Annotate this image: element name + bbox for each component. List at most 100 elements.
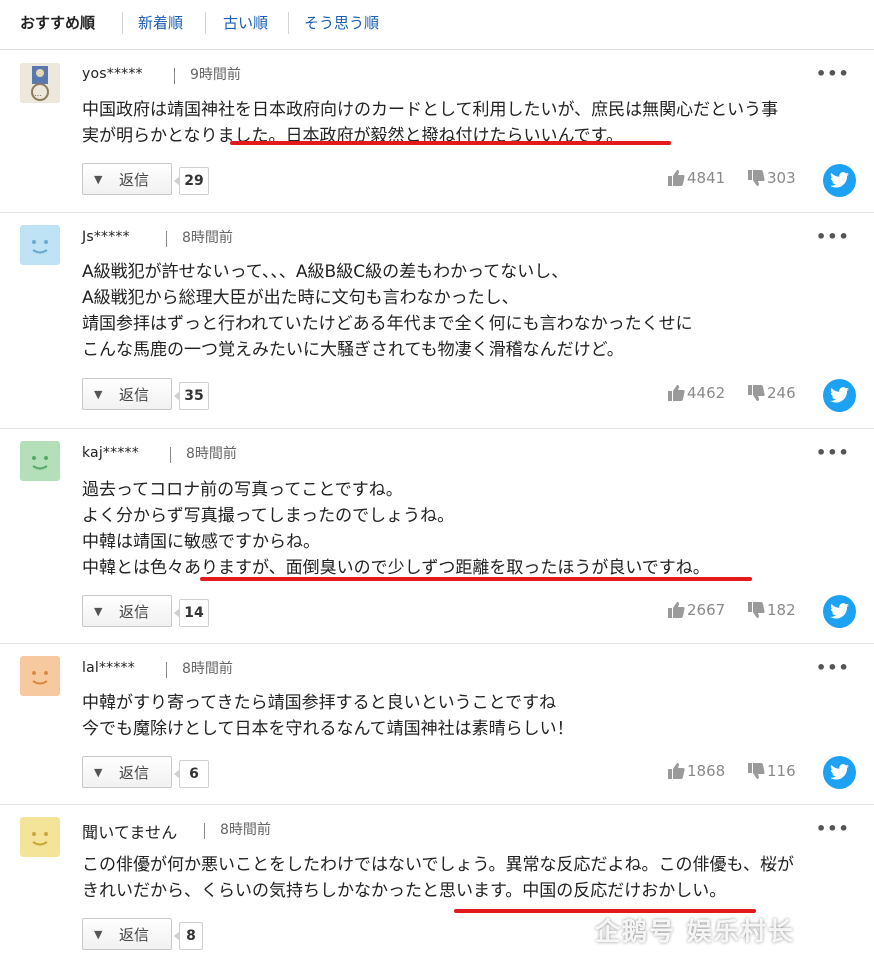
watermark-text: 企鹅号 娱乐村长 (595, 917, 795, 946)
comment-item: Js***** 8時間前 ••• A級戦犯が許せないって、、、A級B級C級の差も… (0, 213, 874, 429)
sort-tab-agree[interactable]: そう思う順 (304, 12, 379, 33)
comment-line: 中国政府は靖国神社を日本政府向けのカードとして利用したいが、庶民は無関心だという… (82, 100, 779, 120)
sort-tab-newest[interactable]: 新着順 (138, 12, 183, 33)
comment-time: 8時間前 (220, 822, 271, 838)
reply-count: 35 (174, 382, 209, 410)
sort-tab-recommended[interactable]: おすすめ順 (20, 12, 95, 33)
chevron-down-icon: ▼ (94, 388, 103, 401)
reply-button[interactable]: ▼ 返信 (82, 756, 172, 788)
reply-label: 返信 (119, 603, 150, 621)
comment-time: 8時間前 (182, 661, 233, 677)
sort-divider (205, 12, 206, 34)
smiley-avatar-icon (20, 225, 60, 265)
meta-divider (170, 447, 171, 463)
reply-button[interactable]: ▼ 返信 (82, 163, 172, 195)
twitter-icon (830, 172, 849, 188)
comment-username[interactable]: Js***** (82, 229, 130, 245)
svg-text:…: … (34, 89, 42, 98)
comment-line: きれいだから、くらいの気持ちしかなかったと思います。中国の反応だけおかしい。 (82, 881, 727, 901)
twitter-share-button[interactable] (823, 379, 856, 412)
meta-divider (166, 231, 167, 247)
avatar (20, 817, 60, 857)
comment-line: A級戦犯が許せないって、、、A級B級C級の差もわかってないし、 (82, 262, 569, 282)
dislike-button[interactable]: 246 (748, 384, 796, 402)
reply-button[interactable]: ▼ 返信 (82, 918, 172, 950)
comment-line: 靖国参拝はずっと行われていたけどある年代まで全く何にも言わなかったくせに (82, 314, 693, 334)
avatar (20, 441, 60, 481)
comment-line: A級戦犯から総理大臣が出た時に文句も言わなかったし、 (82, 288, 519, 308)
comment-item: lal***** 8時間前 ••• 中韓がすり寄ってきたら靖国参拝すると良いとい… (0, 644, 874, 805)
sort-bar: おすすめ順 新着順 古い順 そう思う順 (0, 0, 874, 50)
twitter-icon (830, 603, 849, 619)
reply-label: 返信 (119, 171, 150, 189)
smiley-avatar-icon (20, 441, 60, 481)
comment-username[interactable]: lal***** (82, 660, 135, 676)
avatar: … (20, 63, 60, 103)
reply-count: 6 (174, 760, 209, 788)
chevron-down-icon: ▼ (94, 766, 103, 779)
thumbs-up-icon (668, 763, 685, 779)
reply-label: 返信 (119, 764, 150, 782)
comment-item: kaj***** 8時間前 ••• 過去ってコロナ前の写真ってことですね。 よく… (0, 429, 874, 644)
thumbs-up-icon (668, 385, 685, 401)
like-count: 2667 (687, 601, 726, 619)
comment-line: 実が明らかとなりました。日本政府が毅然と撥ね付けたらいいんです。 (82, 126, 623, 146)
meta-divider (204, 823, 205, 839)
like-button[interactable]: 4462 (668, 384, 725, 402)
thumbs-down-icon (748, 763, 765, 779)
reply-count: 14 (174, 599, 209, 627)
dislike-count: 116 (767, 762, 796, 780)
smiley-avatar-icon (20, 656, 60, 696)
twitter-icon (830, 387, 849, 403)
avatar (20, 656, 60, 696)
comment-item: … yos***** 9時間前 ••• 中国政府は靖国神社を日本政府向けのカード… (0, 50, 874, 213)
reply-button[interactable]: ▼ 返信 (82, 378, 172, 410)
thumbs-down-icon (748, 385, 765, 401)
thumbs-up-icon (668, 170, 685, 186)
thumbs-down-icon (748, 170, 765, 186)
comment-body: 過去ってコロナ前の写真ってことですね。 よく分からず写真撮ってしまったのでしょう… (82, 477, 857, 581)
comment-username[interactable]: 聞いてません (82, 819, 177, 843)
twitter-share-button[interactable] (823, 164, 856, 197)
chevron-down-icon: ▼ (94, 928, 103, 941)
red-underline (200, 577, 752, 581)
chevron-down-icon: ▼ (94, 173, 103, 186)
avatar (20, 225, 60, 265)
photo-avatar-icon: … (20, 63, 60, 103)
like-button[interactable]: 4841 (668, 169, 725, 187)
comment-body: この俳優が何か悪いことをしたわけではないでしょう。異常な反応だよね。この俳優も、… (82, 852, 857, 904)
like-count: 4841 (687, 169, 726, 187)
comment-username[interactable]: yos***** (82, 66, 143, 82)
comment-line: よく分からず写真撮ってしまったのでしょうね。 (82, 506, 455, 526)
dislike-button[interactable]: 303 (748, 169, 796, 187)
comment-time: 8時間前 (182, 230, 233, 246)
like-count: 4462 (687, 384, 726, 402)
dislike-count: 303 (767, 169, 796, 187)
more-icon[interactable]: ••• (816, 819, 850, 838)
dislike-count: 246 (767, 384, 796, 402)
dislike-button[interactable]: 116 (748, 762, 796, 780)
sort-divider (122, 12, 123, 34)
more-icon[interactable]: ••• (816, 443, 850, 462)
dislike-button[interactable]: 182 (748, 601, 796, 619)
sort-tab-oldest[interactable]: 古い順 (223, 12, 268, 33)
twitter-share-button[interactable] (823, 595, 856, 628)
reply-count: 8 (174, 922, 203, 950)
more-icon[interactable]: ••• (816, 64, 850, 83)
chevron-down-icon: ▼ (94, 605, 103, 618)
comment-line: こんな馬鹿の一つ覚えみたいに大騒ぎされても物凄く滑稽なんだけど。 (82, 340, 624, 360)
dislike-count: 182 (767, 601, 796, 619)
comment-username[interactable]: kaj***** (82, 445, 139, 461)
reply-button[interactable]: ▼ 返信 (82, 595, 172, 627)
twitter-icon (830, 764, 849, 780)
like-button[interactable]: 1868 (668, 762, 725, 780)
more-icon[interactable]: ••• (816, 227, 850, 246)
meta-divider (166, 662, 167, 678)
more-icon[interactable]: ••• (816, 658, 850, 677)
comment-line: 中韓がすり寄ってきたら靖国参拝すると良いということですね (82, 693, 557, 713)
comment-line: この俳優が何か悪いことをしたわけではないでしょう。異常な反応だよね。この俳優も、… (82, 855, 794, 875)
reply-label: 返信 (119, 926, 150, 944)
reply-count: 29 (174, 167, 209, 195)
twitter-share-button[interactable] (823, 756, 856, 789)
like-button[interactable]: 2667 (668, 601, 725, 619)
